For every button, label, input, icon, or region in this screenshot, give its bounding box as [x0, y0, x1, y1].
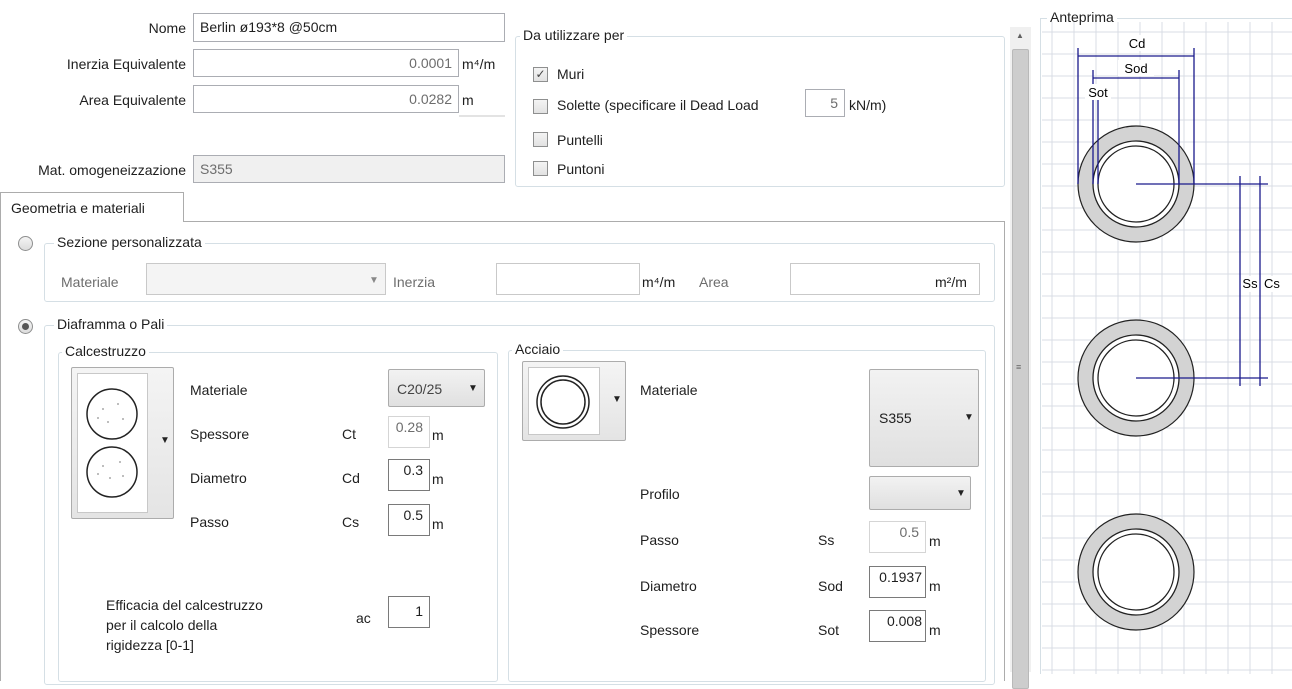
- sot-label: Sot: [1088, 85, 1108, 100]
- efficacia-label-line2: per il calcolo della: [106, 617, 218, 633]
- concrete-diametro-symbol: Cd: [342, 470, 360, 486]
- inerzia-equivalente-field[interactable]: 0.0001: [193, 49, 459, 77]
- concrete-spessore-symbol: Ct: [342, 426, 356, 442]
- inerzia-equivalente-label: Inerzia Equivalente: [66, 56, 186, 72]
- muri-checkbox[interactable]: ✓: [533, 67, 548, 82]
- efficacia-field[interactable]: 1: [388, 596, 430, 628]
- steel-shape-preview: [528, 367, 600, 435]
- sezione-personalizzata-title: Sezione personalizzata: [54, 234, 205, 250]
- area-equivalente-field[interactable]: 0.0282: [193, 85, 459, 113]
- scrollbar-thumb[interactable]: ≡: [1012, 49, 1029, 689]
- nome-label: Nome: [148, 20, 186, 36]
- muri-label: Muri: [557, 66, 585, 82]
- steel-materiale-value: S355: [879, 410, 912, 426]
- puntelli-checkbox[interactable]: [533, 132, 548, 147]
- custom-area-label: Area: [699, 274, 729, 290]
- concrete-diametro-field[interactable]: 0.3: [388, 459, 430, 491]
- steel-diametro-label: Diametro: [640, 578, 697, 594]
- concrete-materiale-label: Materiale: [190, 382, 248, 398]
- steel-passo-unit: m: [929, 533, 941, 549]
- nome-input[interactable]: Berlin ø193*8 @50cm: [193, 13, 505, 42]
- concrete-spessore-field[interactable]: 0.28: [388, 416, 430, 448]
- custom-inerzia-label: Inerzia: [393, 274, 436, 290]
- steel-materiale-label: Materiale: [640, 382, 698, 398]
- steel-profilo-select[interactable]: ▼: [869, 476, 971, 510]
- chevron-down-icon: ▼: [468, 383, 478, 394]
- cs-label: Cs: [1264, 276, 1280, 291]
- area-equivalente-unit: m: [462, 92, 474, 108]
- concrete-diametro-unit: m: [432, 471, 444, 487]
- custom-materiale-select[interactable]: [146, 263, 386, 295]
- chevron-down-icon: ▼: [964, 412, 974, 423]
- tab-join: [1, 220, 183, 223]
- steel-spessore-symbol: Sot: [818, 622, 840, 638]
- acciaio-title: Acciaio: [512, 341, 564, 357]
- concrete-materiale-value: C20/25: [397, 381, 443, 397]
- custom-inerzia-field[interactable]: [496, 263, 640, 295]
- solette-label: Solette (specificare il Dead Load: [557, 97, 759, 113]
- efficacia-label-line1: Efficacia del calcestruzzo: [106, 597, 263, 613]
- steel-spessore-unit: m: [929, 622, 941, 638]
- concrete-passo-label: Passo: [190, 514, 229, 530]
- sezione-personalizzata-radio[interactable]: [18, 236, 33, 251]
- steel-spessore-label: Spessore: [640, 622, 700, 638]
- mat-omogeneizzazione-label: Mat. omogeneizzazione: [38, 162, 186, 178]
- chevron-down-icon: ▼: [160, 435, 170, 446]
- steel-passo-symbol: Ss: [818, 532, 835, 548]
- cd-label: Cd: [1129, 36, 1146, 51]
- tab-geometria-materiali[interactable]: Geometria e materiali: [0, 192, 184, 222]
- steel-materiale-select[interactable]: S355 ▼: [869, 369, 979, 467]
- solette-checkbox[interactable]: [533, 99, 548, 114]
- area-equivalente-label: Area Equivalente: [79, 92, 186, 108]
- tab-geometria-materiali-label: Geometria e materiali: [11, 200, 145, 216]
- concrete-spessore-label: Spessore: [190, 426, 250, 442]
- custom-materiale-label: Materiale: [61, 274, 119, 290]
- anteprima-canvas: Cd Sod Sot Ss Cs: [1042, 22, 1292, 674]
- chevron-down-icon: ▼: [369, 275, 379, 286]
- efficacia-symbol: ac: [356, 610, 371, 626]
- concrete-diametro-label: Diametro: [190, 470, 247, 486]
- concrete-passo-symbol: Cs: [342, 514, 360, 530]
- steel-spessore-field[interactable]: 0.008: [869, 610, 926, 642]
- efficacia-label-line3: rigidezza [0-1]: [106, 637, 194, 653]
- diaframma-pali-title: Diaframma o Pali: [54, 316, 168, 332]
- tube-outer-3: [1092, 528, 1180, 616]
- mat-omogeneizzazione-field[interactable]: S355: [193, 155, 505, 183]
- steel-diametro-field[interactable]: 0.1937: [869, 566, 926, 598]
- steel-diametro-symbol: Sod: [818, 578, 843, 594]
- dead-load-field[interactable]: 5: [805, 89, 845, 117]
- divider: [459, 115, 505, 117]
- ss-label: Ss: [1242, 276, 1258, 291]
- chevron-down-icon: ▼: [612, 394, 622, 405]
- sod-label: Sod: [1124, 61, 1147, 76]
- puntelli-label: Puntelli: [557, 132, 603, 148]
- steel-tube-icon: [536, 375, 590, 429]
- puntoni-checkbox[interactable]: [533, 161, 548, 176]
- vertical-scrollbar[interactable]: ▲ ≡: [1010, 27, 1031, 689]
- concrete-materiale-select[interactable]: C20/25 ▼: [388, 369, 485, 407]
- steel-profilo-label: Profilo: [640, 486, 680, 502]
- concrete-passo-unit: m: [432, 516, 444, 532]
- calcestruzzo-title: Calcestruzzo: [62, 343, 149, 359]
- concrete-spessore-unit: m: [432, 427, 444, 443]
- concrete-shape-preview: [77, 373, 148, 513]
- diaframma-pali-radio[interactable]: [18, 319, 33, 334]
- concrete-shape-dropdown[interactable]: ▼: [71, 367, 174, 519]
- steel-passo-field[interactable]: 0.5: [869, 521, 926, 553]
- custom-inerzia-unit: m⁴/m: [642, 274, 676, 290]
- concrete-passo-field[interactable]: 0.5: [388, 504, 430, 536]
- usage-group-title: Da utilizzare per: [520, 27, 628, 43]
- chevron-down-icon: ▼: [956, 488, 966, 499]
- steel-shape-dropdown[interactable]: ▼: [522, 361, 626, 441]
- inerzia-equivalente-unit: m⁴/m: [462, 56, 496, 72]
- grip-icon: ≡: [1016, 362, 1022, 372]
- steel-passo-label: Passo: [640, 532, 679, 548]
- dead-load-unit: kN/m): [849, 97, 887, 113]
- scroll-up-icon[interactable]: ▲: [1016, 31, 1024, 40]
- concrete-piles-icon: [86, 388, 138, 498]
- puntoni-label: Puntoni: [557, 161, 605, 177]
- steel-diametro-unit: m: [929, 578, 941, 594]
- custom-area-unit: m²/m: [935, 274, 967, 290]
